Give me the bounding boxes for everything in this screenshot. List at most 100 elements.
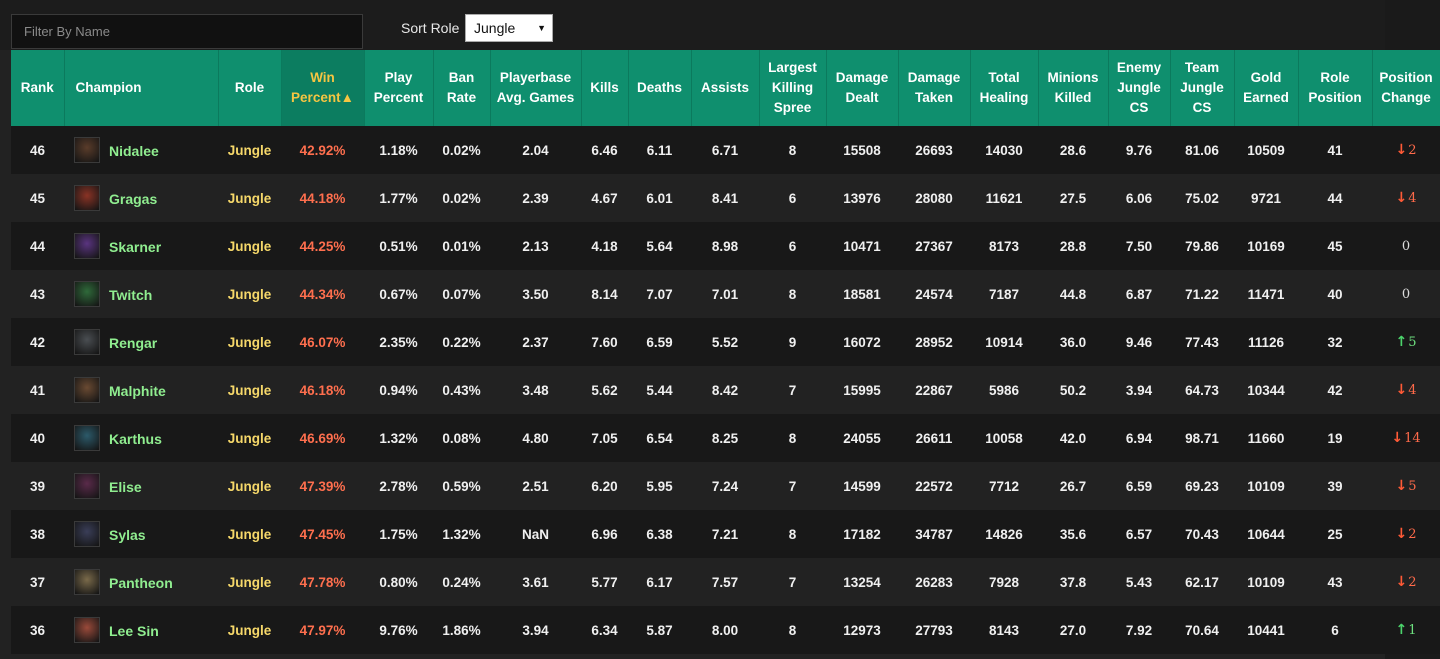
position-change-value: 1 xyxy=(1408,623,1417,638)
damage-dealt-cell: 10471 xyxy=(826,222,898,270)
column-header-team-jungle-cs[interactable]: Team Jungle CS xyxy=(1170,50,1235,126)
team-jungle-cs-cell: 77.43 xyxy=(1170,318,1234,366)
column-header-deaths[interactable]: Deaths xyxy=(628,50,692,126)
position-change-value: 4 xyxy=(1408,191,1417,206)
column-header-damage-taken[interactable]: Damage Taken xyxy=(898,50,971,126)
total-healing-cell: 7928 xyxy=(970,558,1038,606)
team-jungle-cs-cell: 70.64 xyxy=(1170,606,1234,654)
champion-name: Rengar xyxy=(109,335,158,351)
position-change-cell: ↓14 xyxy=(1372,414,1440,462)
kills-cell: 5.62 xyxy=(581,366,628,414)
play-percent-cell: 1.32% xyxy=(364,414,433,462)
champion-link[interactable]: Malphite xyxy=(74,377,216,403)
column-header-win-percent[interactable]: Win Percent▲ xyxy=(281,50,365,126)
column-header-minions-killed[interactable]: Minions Killed xyxy=(1038,50,1109,126)
champion-name: Elise xyxy=(109,479,142,495)
deaths-cell: 6.59 xyxy=(628,318,691,366)
table-row: 38 Sylas Jungle 47.45% 1.75% 1.32% NaN 6.96 6.38… xyxy=(11,510,1440,558)
column-header-largest-killing-spree[interactable]: Largest Killing Spree xyxy=(759,50,827,126)
champion-cell: Nidalee xyxy=(64,126,218,174)
damage-dealt-cell: 13976 xyxy=(826,174,898,222)
filter-by-name-input[interactable] xyxy=(11,14,363,49)
column-header-enemy-jungle-cs[interactable]: Enemy Jungle CS xyxy=(1108,50,1171,126)
killing-spree-cell: 8 xyxy=(759,606,826,654)
avg-games-cell: NaN xyxy=(490,510,581,558)
assists-cell: 8.00 xyxy=(691,606,759,654)
total-healing-cell: 14030 xyxy=(970,126,1038,174)
sort-role-value: Jungle xyxy=(474,20,516,36)
champion-link[interactable]: Rengar xyxy=(74,329,216,355)
position-change-value: 4 xyxy=(1408,383,1417,398)
champion-link[interactable]: Skarner xyxy=(74,233,216,259)
sort-role-select[interactable]: Jungle ▼ xyxy=(465,14,553,42)
column-header-playerbase-avg-games[interactable]: Playerbase Avg. Games xyxy=(490,50,582,126)
column-header-play-percent[interactable]: Play Percent xyxy=(364,50,434,126)
champion-link[interactable]: Gragas xyxy=(74,185,216,211)
champion-link[interactable]: Nidalee xyxy=(74,137,216,163)
win-percent-cell: 47.45% xyxy=(281,510,364,558)
win-percent-cell: 47.97% xyxy=(281,606,364,654)
deaths-cell: 6.54 xyxy=(628,414,691,462)
enemy-jungle-cs-cell: 6.59 xyxy=(1108,462,1170,510)
damage-taken-cell: 34787 xyxy=(898,510,970,558)
sylas-portrait-icon xyxy=(74,521,100,547)
damage-taken-cell: 26611 xyxy=(898,414,970,462)
champion-link[interactable]: Lee Sin xyxy=(74,617,216,643)
win-percent-cell: 44.34% xyxy=(281,270,364,318)
gold-earned-cell: 10109 xyxy=(1234,558,1298,606)
win-percent-cell: 44.18% xyxy=(281,174,364,222)
column-header-champion[interactable]: Champion xyxy=(64,50,219,126)
column-header-rank[interactable]: Rank xyxy=(11,50,65,126)
column-header-role-position[interactable]: Role Position xyxy=(1298,50,1373,126)
champion-cell: Twitch xyxy=(64,270,218,318)
rank-cell: 37 xyxy=(11,558,64,606)
column-header-total-healing[interactable]: Total Healing xyxy=(970,50,1039,126)
ban-rate-cell: 1.86% xyxy=(433,606,490,654)
column-header-ban-rate[interactable]: Ban Rate xyxy=(433,50,491,126)
rank-cell: 39 xyxy=(11,462,64,510)
avg-games-cell: 3.48 xyxy=(490,366,581,414)
minions-killed-cell: 26.7 xyxy=(1038,462,1108,510)
column-header-role[interactable]: Role xyxy=(218,50,282,126)
column-header-kills[interactable]: Kills xyxy=(581,50,629,126)
position-change-cell: ↑5 xyxy=(1372,318,1440,366)
total-healing-cell: 11621 xyxy=(970,174,1038,222)
enemy-jungle-cs-cell: 5.43 xyxy=(1108,558,1170,606)
killing-spree-cell: 6 xyxy=(759,222,826,270)
column-header-position-change[interactable]: Position Change xyxy=(1372,50,1440,126)
arrow-down-icon: ↓ xyxy=(1395,478,1408,494)
deaths-cell: 5.87 xyxy=(628,606,691,654)
enemy-jungle-cs-cell: 3.94 xyxy=(1108,366,1170,414)
champion-cell: Lee Sin xyxy=(64,606,218,654)
rank-cell: 43 xyxy=(11,270,64,318)
play-percent-cell: 0.80% xyxy=(364,558,433,606)
position-change-value: 5 xyxy=(1408,479,1417,494)
champion-link[interactable]: Elise xyxy=(74,473,216,499)
avg-games-cell: 2.37 xyxy=(490,318,581,366)
champion-link[interactable]: Sylas xyxy=(74,521,216,547)
champion-link[interactable]: Pantheon xyxy=(74,569,216,595)
champion-link[interactable]: Karthus xyxy=(74,425,216,451)
ban-rate-cell: 0.43% xyxy=(433,366,490,414)
enemy-jungle-cs-cell: 6.57 xyxy=(1108,510,1170,558)
play-percent-cell: 9.76% xyxy=(364,606,433,654)
table-row: 46 Nidalee Jungle 42.92% 1.18% 0.02% 2.04 6.46 6… xyxy=(11,126,1440,174)
column-header-gold-earned[interactable]: Gold Earned xyxy=(1234,50,1299,126)
total-healing-cell: 10058 xyxy=(970,414,1038,462)
damage-dealt-cell: 15995 xyxy=(826,366,898,414)
role-position-cell: 25 xyxy=(1298,510,1372,558)
arrow-down-icon: ↓ xyxy=(1391,430,1404,446)
assists-cell: 7.24 xyxy=(691,462,759,510)
position-change-value: 2 xyxy=(1408,527,1417,542)
position-change-value: 5 xyxy=(1408,335,1417,350)
damage-dealt-cell: 16072 xyxy=(826,318,898,366)
column-header-damage-dealt[interactable]: Damage Dealt xyxy=(826,50,899,126)
play-percent-cell: 0.94% xyxy=(364,366,433,414)
skarner-portrait-icon xyxy=(74,233,100,259)
enemy-jungle-cs-cell: 7.50 xyxy=(1108,222,1170,270)
role-cell: Jungle xyxy=(218,414,281,462)
column-header-assists[interactable]: Assists xyxy=(691,50,760,126)
position-change-cell: 0 xyxy=(1372,222,1440,270)
champion-link[interactable]: Twitch xyxy=(74,281,216,307)
position-change-value: 14 xyxy=(1404,431,1421,446)
